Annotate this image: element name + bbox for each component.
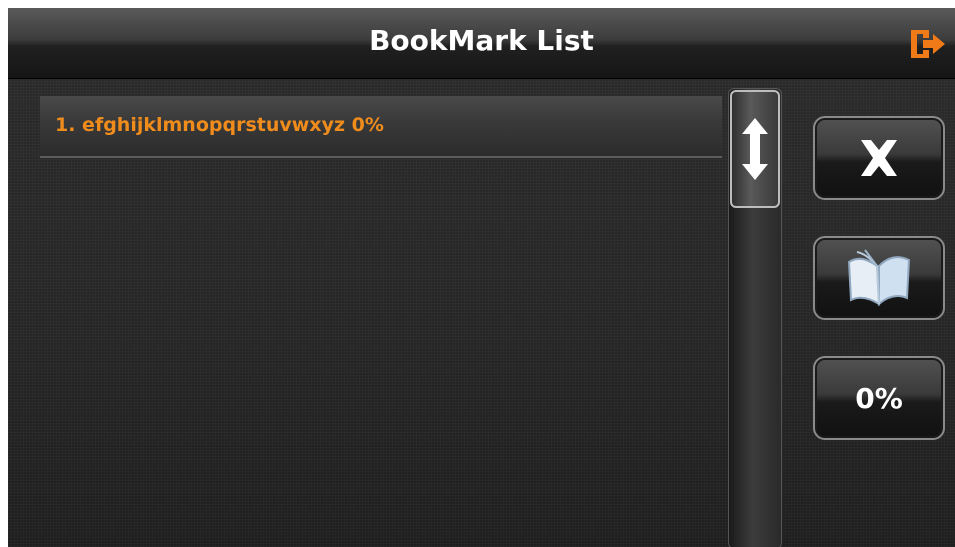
- list-item[interactable]: 1. efghijklmnopqrstuvwxyz 0%: [40, 96, 722, 158]
- scrollbar-thumb[interactable]: [730, 90, 780, 208]
- book-icon: [847, 249, 911, 307]
- exit-icon: [911, 30, 945, 58]
- percent-button-face: 0%: [815, 358, 943, 438]
- open-bookmark-button[interactable]: [813, 236, 945, 320]
- percent-button[interactable]: 0%: [813, 356, 945, 440]
- up-down-arrow-icon: [742, 118, 768, 180]
- bookmark-list: 1. efghijklmnopqrstuvwxyz 0%: [40, 96, 724, 547]
- delete-button-face: [815, 118, 943, 198]
- percent-label: 0%: [855, 381, 903, 415]
- exit-button[interactable]: [907, 24, 947, 64]
- title-bar: BookMark List: [8, 8, 955, 79]
- open-bookmark-button-face: [815, 238, 943, 318]
- close-icon: [861, 140, 897, 176]
- bookmark-screen: BookMark List 1. efghijklmnopqrstuvwxyz …: [8, 8, 955, 547]
- bookmark-label: 1. efghijklmnopqrstuvwxyz 0%: [55, 114, 384, 136]
- delete-button[interactable]: [813, 116, 945, 200]
- page-title: BookMark List: [369, 24, 594, 57]
